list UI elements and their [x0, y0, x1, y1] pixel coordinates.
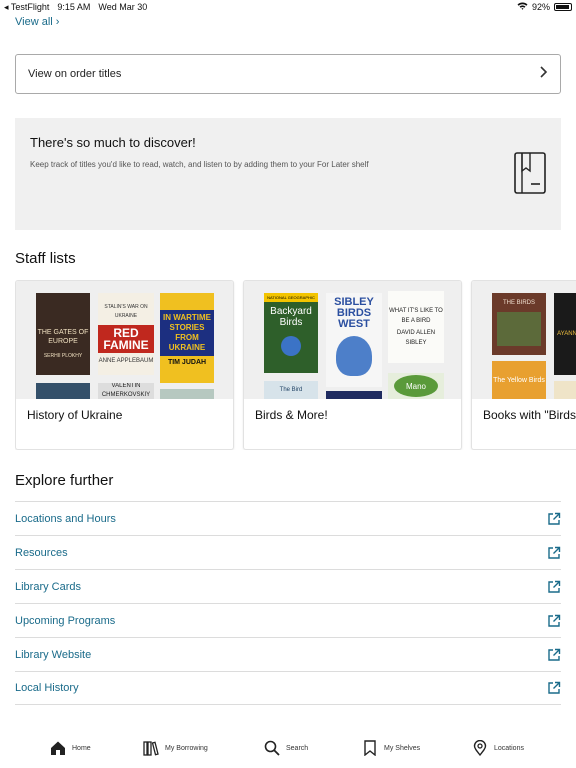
status-bar: ◂ TestFlight 9:15 AM Wed Mar 30 92%: [0, 0, 576, 14]
card-cover-collage: THE BIRDS AYANNA The Yellow Birds: [472, 281, 576, 399]
staff-list-title: Birds & More!: [255, 408, 328, 422]
book-cover: [326, 391, 382, 399]
order-titles-label: View on order titles: [28, 68, 122, 80]
explore-link-label: Library Website: [15, 648, 92, 661]
tab-label: My Borrowing: [165, 744, 208, 752]
book-cover: The Bird: [264, 381, 318, 399]
book-cover: [36, 383, 90, 399]
chevron-right-icon: [538, 65, 548, 83]
explore-link-upcoming-programs[interactable]: Upcoming Programs: [15, 603, 561, 637]
staff-list-card-birds-and-more[interactable]: NATIONAL GEOGRAPHIC Backyard Birds SIBLE…: [243, 280, 462, 450]
tab-my-borrowing[interactable]: My Borrowing: [143, 740, 208, 756]
book-cover: VALENTIN CHMERKOVSKIY: [98, 383, 154, 399]
promo-description: Keep track of titles you'd like to read,…: [30, 160, 369, 169]
search-icon: [264, 740, 280, 756]
location-pin-icon: [473, 740, 487, 756]
explore-link-locations-and-hours[interactable]: Locations and Hours: [15, 501, 561, 535]
app-page: ◂ TestFlight 9:15 AM Wed Mar 30 92% View…: [0, 0, 576, 768]
tab-label: Home: [72, 744, 91, 752]
explore-link-local-history[interactable]: Local History: [15, 671, 561, 705]
external-link-icon: [548, 614, 561, 627]
card-cover-collage: THE GATES OF EUROPE SERHII PLOKHY STALIN…: [16, 281, 233, 399]
external-link-icon: [548, 512, 561, 525]
book-cover: WHAT IT'S LIKE TO BE A BIRD DAVID ALLEN …: [388, 291, 444, 363]
book-cover: The Yellow Birds: [492, 361, 546, 399]
staff-list-card-history-of-ukraine[interactable]: THE GATES OF EUROPE SERHII PLOKHY STALIN…: [15, 280, 234, 450]
external-link-icon: [548, 681, 561, 694]
home-icon: [51, 741, 65, 755]
explore-further-list: Locations and Hours Resources Library Ca…: [15, 501, 561, 705]
book-cover: NATIONAL GEOGRAPHIC Backyard Birds: [264, 293, 318, 373]
staff-list-card-birds-in-title[interactable]: THE BIRDS AYANNA The Yellow Birds Books …: [471, 280, 576, 450]
battery-percent: 92%: [531, 2, 550, 12]
external-link-icon: [548, 648, 561, 661]
external-link-icon: [548, 546, 561, 559]
tab-home[interactable]: Home: [50, 740, 91, 756]
explore-further-heading: Explore further: [15, 472, 114, 489]
external-link-icon: [548, 580, 561, 593]
book-cover: THE BIRDS: [492, 293, 546, 355]
tab-label: Locations: [494, 744, 524, 752]
explore-link-label: Resources: [15, 546, 68, 559]
explore-link-resources[interactable]: Resources: [15, 535, 561, 569]
battery-icon: [554, 3, 572, 11]
staff-lists-carousel[interactable]: THE GATES OF EUROPE SERHII PLOKHY STALIN…: [15, 280, 576, 450]
book-cover: [160, 389, 214, 399]
bottom-tab-bar: Home My Borrowing Search My Shelves Loca…: [0, 728, 576, 768]
for-later-promo: There's so much to discover! Keep track …: [15, 118, 561, 230]
bookmark-icon: [364, 740, 376, 756]
book-cover: AYANNA: [554, 293, 576, 375]
tab-my-shelves[interactable]: My Shelves: [362, 740, 420, 756]
tab-locations[interactable]: Locations: [472, 740, 524, 756]
promo-title: There's so much to discover!: [30, 135, 196, 150]
explore-link-label: Library Cards: [15, 580, 82, 593]
staff-list-title: Books with "Birds" in the Title: [483, 408, 576, 422]
staff-list-title: History of Ukraine: [27, 408, 123, 422]
book-cover: SIBLEY BIRDS WEST: [326, 293, 382, 387]
book-cover: STALIN'S WAR ON UKRAINE RED FAMINE ANNE …: [98, 293, 154, 375]
explore-link-label: Locations and Hours: [15, 512, 116, 525]
explore-link-label: Local History: [15, 682, 79, 694]
back-to-testflight[interactable]: ◂ TestFlight: [4, 2, 49, 13]
book-cover: Mano: [388, 373, 444, 399]
view-on-order-titles-button[interactable]: View on order titles: [15, 54, 561, 94]
staff-lists-heading: Staff lists: [15, 250, 76, 267]
explore-link-library-website[interactable]: Library Website: [15, 637, 561, 671]
explore-link-label: Upcoming Programs: [15, 614, 116, 627]
tab-label: My Shelves: [384, 744, 421, 752]
status-date: Wed Mar 30: [98, 2, 148, 12]
book-cover: IN WARTIME STORIES FROM UKRAINE TIM JUDA…: [160, 293, 214, 383]
book-cover: THE GATES OF EUROPE SERHII PLOKHY: [36, 293, 90, 375]
card-cover-collage: NATIONAL GEOGRAPHIC Backyard Birds SIBLE…: [244, 281, 461, 399]
book-cover: [554, 381, 576, 399]
tab-label: Search: [286, 744, 309, 752]
wifi-icon: [517, 2, 528, 12]
shelf-book-icon: [513, 151, 547, 200]
tab-search[interactable]: Search: [264, 740, 308, 756]
status-time: 9:15 AM: [57, 2, 91, 12]
books-icon: [143, 741, 159, 756]
explore-link-library-cards[interactable]: Library Cards: [15, 569, 561, 603]
view-all-link[interactable]: View all ›: [15, 16, 59, 28]
